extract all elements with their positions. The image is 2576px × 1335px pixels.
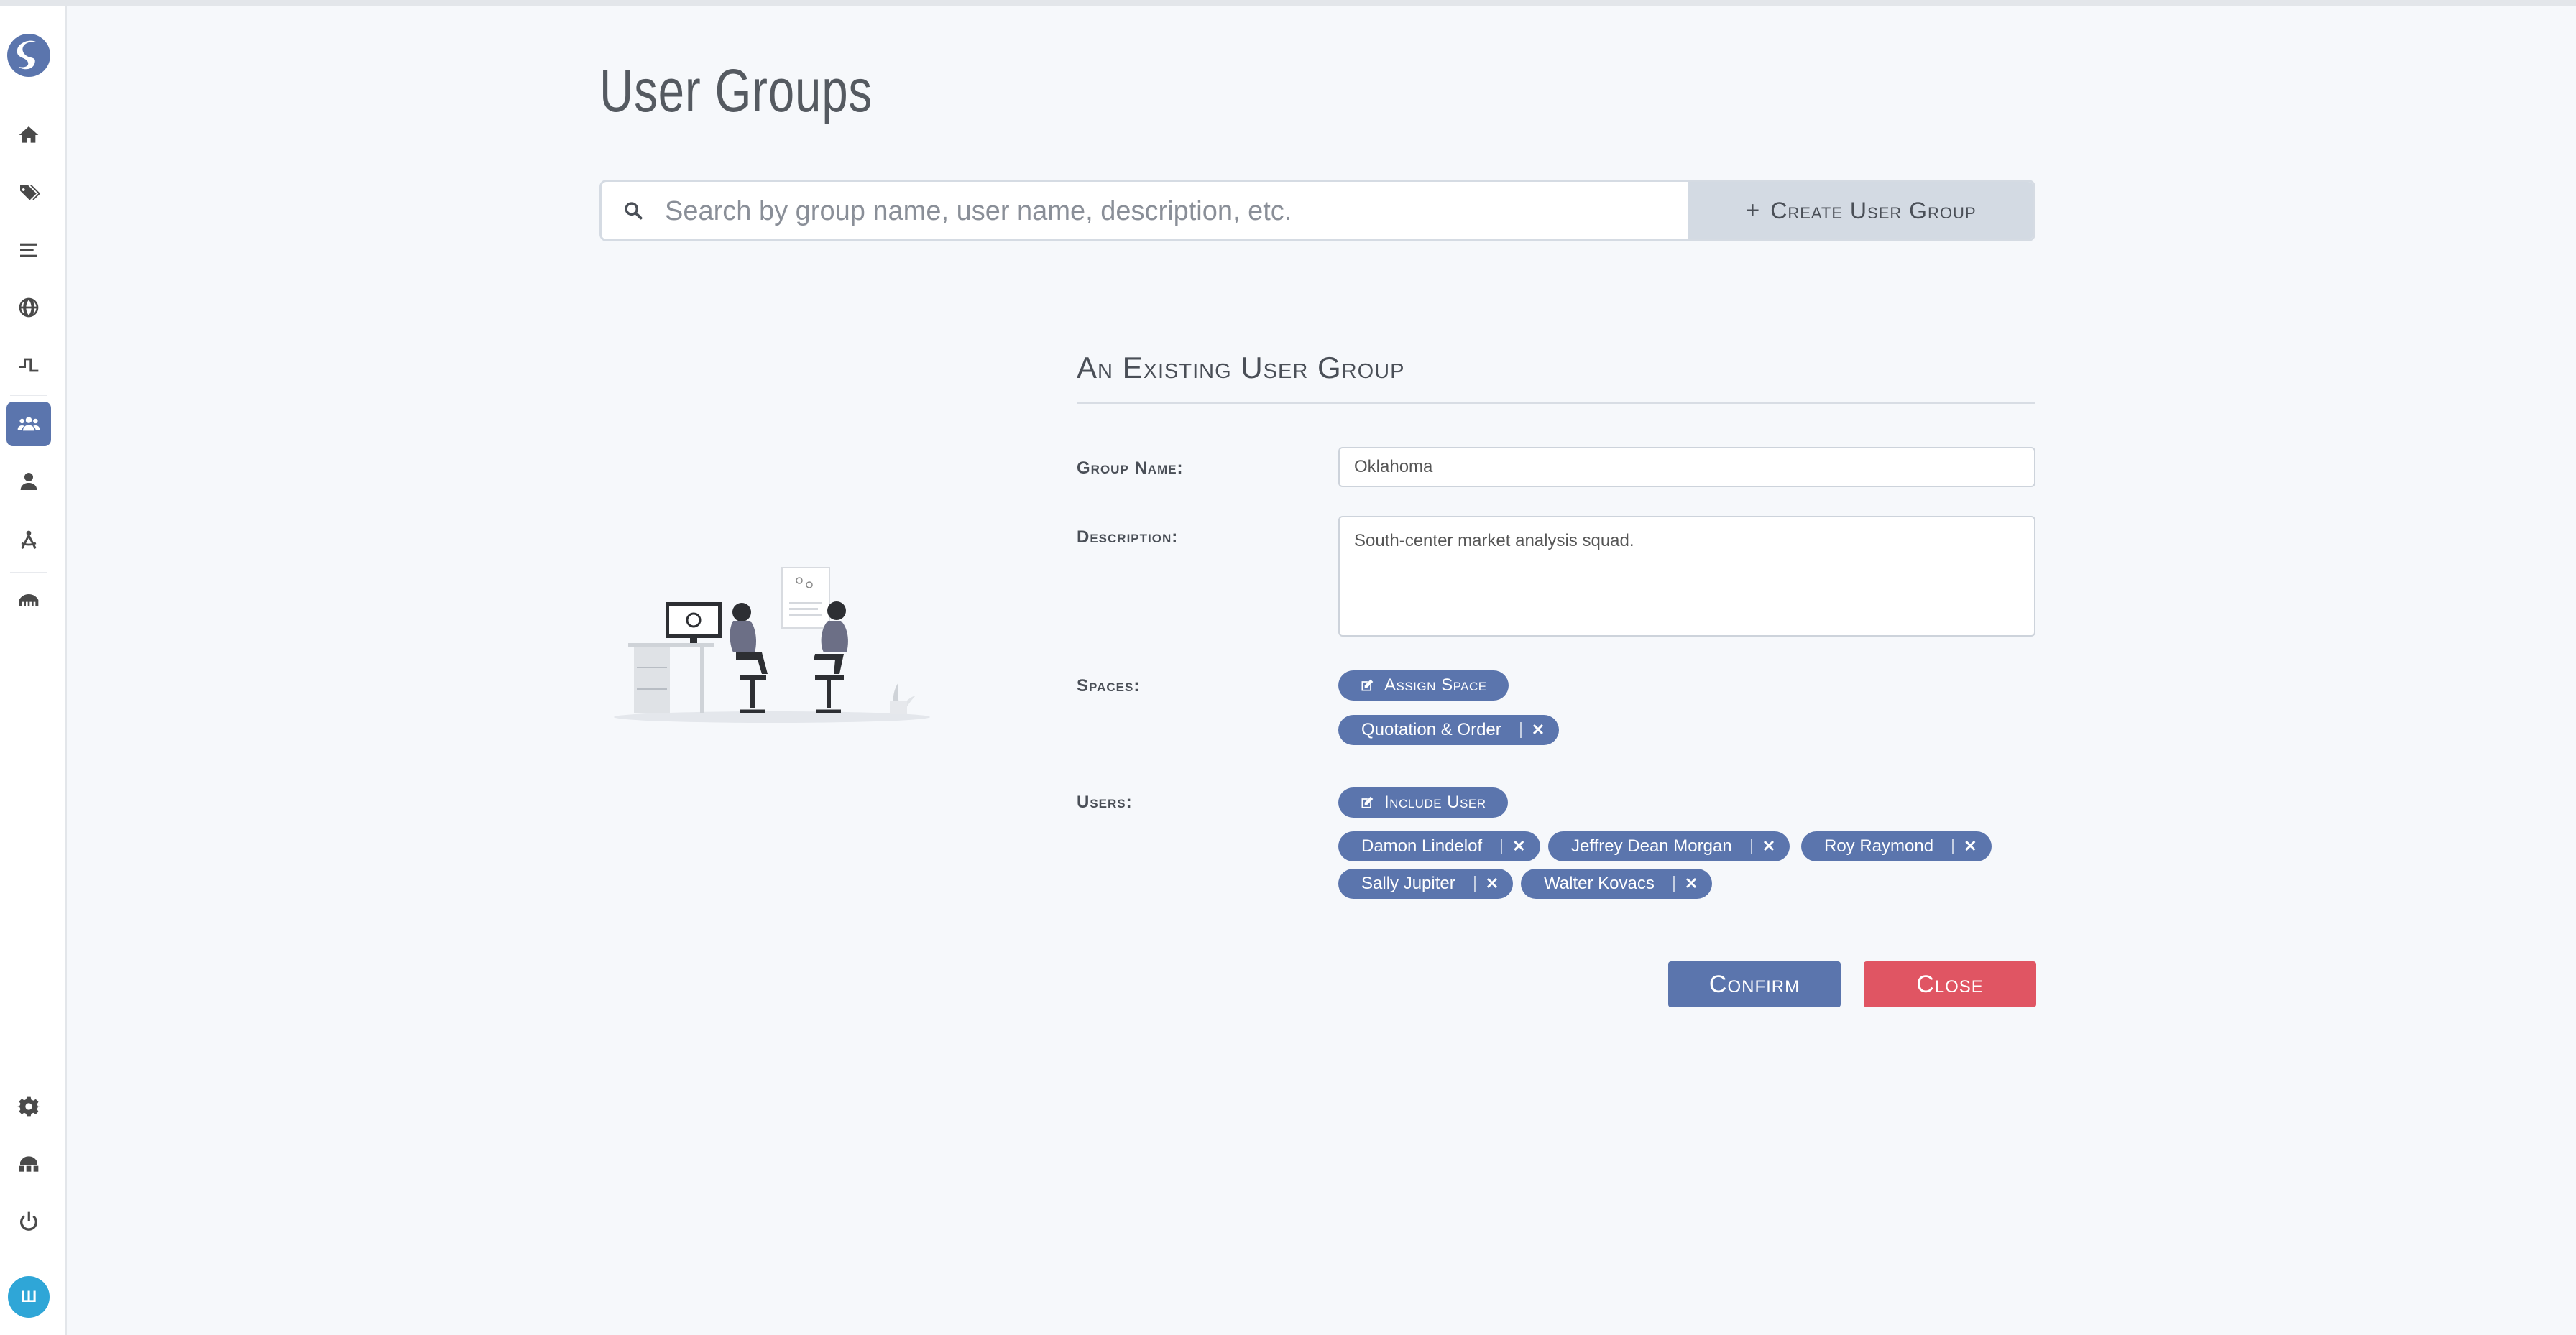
description-field[interactable]: South-center market analysis squad. <box>1338 516 2036 637</box>
sidebar-item-user-groups[interactable] <box>6 402 51 446</box>
user-chip: Sally Jupiter ✕ <box>1338 869 1514 899</box>
user-icon <box>20 473 37 490</box>
remove-icon[interactable]: ✕ <box>1512 839 1525 854</box>
user-chip: Roy Raymond ✕ <box>1801 831 1992 861</box>
space-chip: Quotation & Order ✕ <box>1338 715 1560 745</box>
pulse-icon <box>19 358 39 372</box>
sidebar-item-compass[interactable] <box>6 518 51 563</box>
assign-space-label: Assign Space <box>1384 675 1487 695</box>
user-chip-label: Sally Jupiter <box>1361 874 1455 893</box>
create-user-group-button[interactable]: + Create User Group <box>1688 182 2033 239</box>
page-title: User Groups <box>599 57 873 124</box>
remove-icon[interactable]: ✕ <box>1964 839 1977 854</box>
remove-icon[interactable]: ✕ <box>1532 722 1545 738</box>
sidebar-item-pulse[interactable] <box>6 343 51 387</box>
user-avatar[interactable]: Ш <box>8 1276 50 1318</box>
sidebar-item-archive[interactable] <box>6 578 51 622</box>
remove-icon[interactable]: ✕ <box>1762 839 1775 854</box>
assign-space-button[interactable]: Assign Space <box>1338 670 1509 701</box>
include-user-button[interactable]: Include User <box>1338 787 1508 818</box>
sidebar-item-home[interactable] <box>6 113 51 157</box>
spaces-label: Spaces: <box>1077 676 1141 696</box>
user-chip: Jeffrey Dean Morgan ✕ <box>1548 831 1790 861</box>
app-logo-icon[interactable] <box>6 32 52 78</box>
plus-icon: + <box>1745 196 1761 224</box>
user-chip-label: Roy Raymond <box>1824 836 1934 856</box>
form-title: An Existing User Group <box>1077 351 1405 384</box>
user-chip-label: Damon Lindelof <box>1361 836 1483 856</box>
home-icon <box>19 126 39 143</box>
sidebar-item-settings[interactable] <box>6 1084 51 1129</box>
search-icon <box>625 202 643 220</box>
power-icon <box>20 1211 37 1231</box>
archive-icon <box>19 594 39 606</box>
user-chip-label: Jeffrey Dean Morgan <box>1571 836 1732 856</box>
remove-icon[interactable]: ✕ <box>1486 876 1499 892</box>
users-icon <box>17 417 40 431</box>
sidebar: Ш <box>0 6 67 1335</box>
sidebar-item-tags[interactable] <box>6 170 51 215</box>
list-icon <box>20 243 37 257</box>
network-icon <box>19 1156 39 1172</box>
drafting-compass-icon <box>21 530 37 549</box>
form-divider <box>1077 402 2036 404</box>
tags-icon <box>20 185 40 200</box>
gear-icon <box>17 1096 40 1117</box>
edit-icon <box>1361 679 1374 691</box>
sidebar-item-globe[interactable] <box>6 285 51 330</box>
group-name-label: Group Name: <box>1077 458 1184 478</box>
remove-icon[interactable]: ✕ <box>1685 876 1698 892</box>
space-chip-label: Quotation & Order <box>1361 720 1501 739</box>
group-name-field[interactable]: Oklahoma <box>1338 447 2036 487</box>
sidebar-item-list[interactable] <box>6 228 51 272</box>
close-button[interactable]: Close <box>1864 961 2036 1007</box>
create-user-group-label: Create User Group <box>1770 197 1977 223</box>
top-border <box>0 0 2576 6</box>
user-chip: Damon Lindelof ✕ <box>1338 831 1540 861</box>
include-user-label: Include User <box>1384 793 1486 812</box>
search-bar: + Create User Group <box>599 180 2036 241</box>
team-illustration <box>614 567 930 723</box>
sidebar-item-network[interactable] <box>6 1142 51 1186</box>
globe-icon <box>19 297 39 318</box>
users-label: Users: <box>1077 793 1133 812</box>
description-label: Description: <box>1077 527 1179 547</box>
user-chip: Walter Kovacs ✕ <box>1521 869 1713 899</box>
search-input[interactable] <box>663 182 1673 239</box>
sidebar-item-power[interactable] <box>6 1199 51 1244</box>
confirm-button[interactable]: Confirm <box>1668 961 1841 1007</box>
edit-icon <box>1361 796 1374 808</box>
user-chip-label: Walter Kovacs <box>1544 874 1655 893</box>
sidebar-item-user[interactable] <box>6 459 51 504</box>
